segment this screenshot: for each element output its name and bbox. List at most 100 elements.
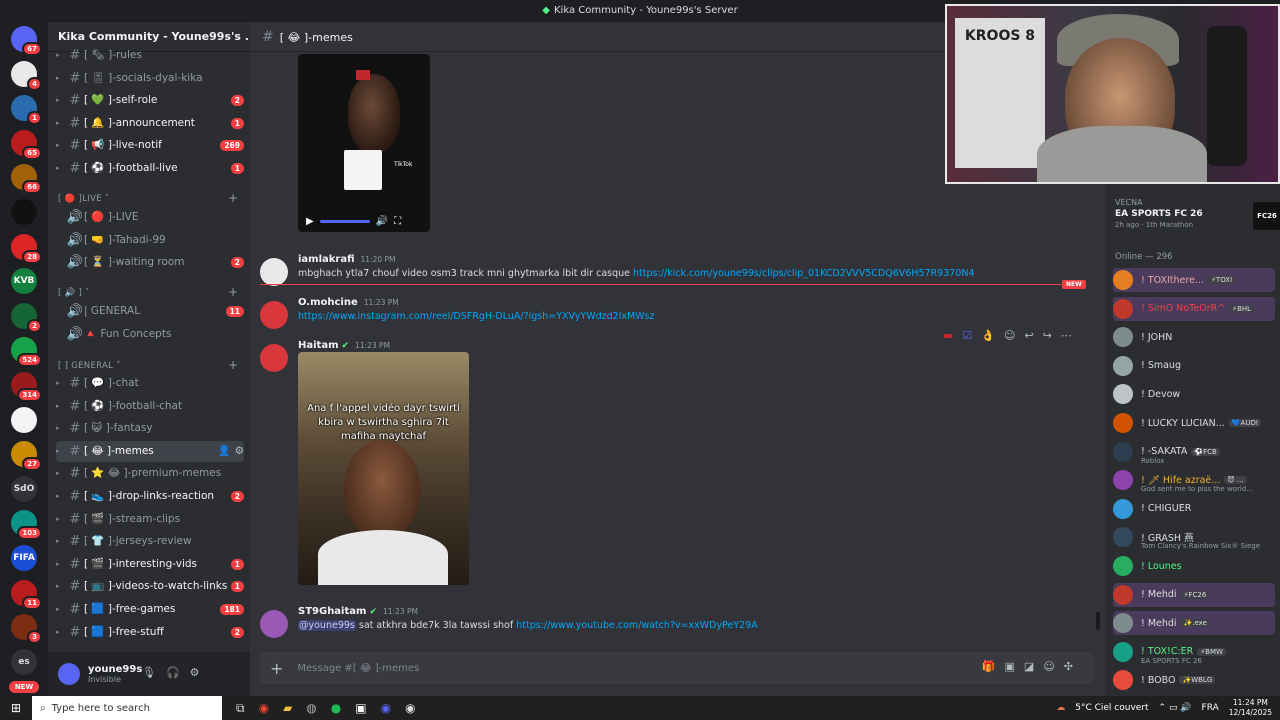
member-item[interactable]: ! SimO NoTeOrR^ ⚡BHL [1113, 296, 1275, 321]
ok-hand-icon[interactable]: 👌 [981, 329, 995, 342]
text-channel[interactable]: ▸ #[ 👕 ]-jerseys-review [56, 531, 244, 552]
chevron-right-icon[interactable]: ▸ [56, 554, 66, 575]
gear-icon[interactable]: ⚙ [235, 441, 244, 462]
message-link[interactable]: https://www.instagram.com/reel/DSFRgH-DL… [298, 311, 654, 322]
language[interactable]: FRA [1202, 703, 1219, 713]
member-item[interactable]: ! BOBO ✨WBLG [1113, 668, 1275, 692]
member-item[interactable]: ! Lounes [1113, 554, 1275, 578]
voice-channel[interactable]: 🔊 | GENERAL 11 [56, 301, 244, 322]
server-icon[interactable]: es [11, 648, 37, 675]
message-input[interactable]: Message #[ 😂 ]-memes [297, 663, 419, 674]
server-icon[interactable] [11, 198, 37, 225]
avatar[interactable] [260, 344, 288, 372]
chevron-right-icon[interactable]: ▸ [56, 396, 66, 417]
forward-icon[interactable]: ↪ [1043, 329, 1052, 342]
voice-channel[interactable]: 🔊[ 🤜 ]-Tahadi-99 [56, 230, 244, 251]
windows-start-icon[interactable]: ⊞ [0, 701, 32, 715]
mic-icon[interactable]: 🎙 [142, 666, 166, 679]
clock[interactable]: 11:24 PM 12/14/2025 [1229, 698, 1272, 718]
server-icon[interactable]: 2 [11, 302, 42, 333]
gift-icon[interactable]: 🎁 [982, 660, 1005, 673]
add-channel-icon[interactable]: + [228, 358, 238, 372]
server-icon[interactable]: 4 [11, 60, 42, 91]
voice-channel[interactable]: 🔊 🔺 Fun Concepts [56, 324, 244, 345]
volume-icon[interactable]: 🔊 [376, 216, 388, 227]
gear-icon[interactable]: ⚙ [190, 666, 210, 679]
message-author[interactable]: Haitam [298, 340, 339, 351]
tray-icons[interactable]: ⌃ ▭ 🔊 [1159, 703, 1192, 713]
member-item[interactable]: ! JOHN [1113, 325, 1275, 349]
server-icon[interactable]: KVB [11, 268, 37, 295]
text-channel[interactable]: ▸ #[ 📺 ]-videos-to-watch-links 1 [56, 576, 244, 597]
member-item[interactable]: ! 🗡 Hife azraë... 😈 ... God sent me to pis… [1113, 468, 1275, 493]
text-channel[interactable]: ▸ #[ 😂 ]-memes 👤 ⚙ [56, 440, 244, 462]
flag-reaction-icon[interactable]: ▬ [943, 329, 953, 342]
text-channel[interactable]: ▸ #[ ⚽ ]-football-chat [56, 396, 244, 417]
avatar[interactable] [260, 301, 288, 329]
message-author[interactable]: O.mohcine [298, 297, 358, 308]
task-view-icon[interactable]: ⧉ [236, 701, 245, 716]
text-channel[interactable]: ▸ #[ 👟 ]-drop-links-reaction 2 [56, 486, 244, 507]
scrollbar[interactable] [1096, 612, 1100, 630]
server-icon[interactable]: 103 [11, 510, 42, 541]
sticker-icon[interactable]: ◪ [1024, 660, 1043, 673]
text-channel[interactable]: ▸ #[ 😺 ]-fantasy [56, 418, 244, 439]
text-channel[interactable]: ▸ #[ 📢 ]-live-notif 269 [56, 135, 244, 156]
obs-icon[interactable]: ◉ [405, 701, 415, 716]
chevron-right-icon[interactable]: ▸ [56, 622, 66, 643]
message-link[interactable]: https://kick.com/youne99s/clips/clip_01K… [633, 268, 974, 279]
server-icon[interactable]: 1 [11, 95, 42, 126]
text-channel[interactable]: ▸ #[ 💬 ]-chat [56, 373, 244, 394]
text-channel[interactable]: ▸ #[ 🎬 ]-interesting-vids 1 [56, 554, 244, 575]
server-icon[interactable]: 66 [11, 164, 42, 195]
server-icon[interactable]: 3 [11, 614, 42, 645]
text-channel[interactable]: ▸ #[ ⭐ 😂 ]-premium-memes [56, 463, 244, 484]
gif-icon[interactable]: ▣ [1005, 660, 1024, 673]
check-reaction-icon[interactable]: ☑ [962, 329, 972, 342]
text-channel[interactable]: ▸ #[ ⚽ ]-football-live 1 [56, 158, 244, 179]
server-icon[interactable]: 11 [11, 579, 42, 610]
server-icon[interactable]: 67 [11, 26, 42, 56]
chevron-right-icon[interactable]: ▸ [56, 113, 66, 134]
chevron-right-icon[interactable]: ▸ [56, 135, 66, 156]
add-channel-icon[interactable]: + [228, 285, 238, 299]
text-channel[interactable]: ▸ #[ 🟦 ]-free-stuff 2 [56, 622, 244, 643]
server-icon[interactable]: FIFA [11, 544, 37, 571]
taskbar-search[interactable]: ⌕ Type here to search [32, 696, 222, 720]
app-icon[interactable]: ◍ [306, 701, 316, 716]
volume-slider[interactable] [319, 219, 370, 223]
message-author[interactable]: ST9Ghaitam [298, 606, 366, 617]
member-item[interactable]: ! Mehdi ⚡FC26 [1113, 582, 1275, 607]
text-channel[interactable]: ▸ #[ 🎚 ]-socials-dyal-kika [56, 68, 244, 89]
chevron-right-icon[interactable]: ▸ [56, 531, 66, 552]
server-icon[interactable]: 314 [11, 371, 42, 402]
add-member-icon[interactable]: 👤 [218, 441, 231, 462]
reply-icon[interactable]: ↩ [1024, 329, 1033, 342]
member-item[interactable]: ! TOX!C:ER ⚡BMW EA SPORTS FC 26 [1113, 640, 1275, 665]
text-channel[interactable]: ▸ #[ 🔔 ]-announcement 1 [56, 113, 244, 134]
add-channel-icon[interactable]: + [228, 191, 238, 205]
user-mention[interactable]: @youne99s [298, 620, 356, 631]
chevron-right-icon[interactable]: ▸ [56, 68, 66, 89]
text-channel[interactable]: ▸ #[ 🎬 ]-stream-clips [56, 509, 244, 530]
channel-category[interactable]: [ 🔴 ]LIVE ˅ + [58, 191, 238, 205]
chevron-right-icon[interactable]: ▸ [56, 418, 66, 439]
channel-category[interactable]: [ 🔊 ] ˅ + [58, 285, 238, 299]
server-icon[interactable]: 524 [11, 337, 42, 368]
video-embed[interactable]: TikTok ▶ 🔊 ⛶ [298, 54, 430, 232]
chevron-right-icon[interactable]: ▸ [56, 576, 66, 597]
chevron-right-icon[interactable]: ▸ [56, 45, 66, 66]
chevron-right-icon[interactable]: ▸ [56, 158, 66, 179]
server-icon[interactable]: 65 [11, 129, 42, 160]
headphones-icon[interactable]: 🎧 [166, 666, 190, 679]
message-composer[interactable]: + Message #[ 😂 ]-memes 🎁▣◪☺✣ [260, 652, 1094, 684]
file-explorer-icon[interactable]: ▰ [283, 701, 292, 716]
discord-icon[interactable]: ◉ [381, 701, 391, 716]
add-reaction-icon[interactable]: ☺ [1004, 329, 1015, 342]
weather-text[interactable]: 5°C Ciel couvert [1075, 703, 1148, 713]
terminal-icon[interactable]: ▣ [355, 701, 366, 716]
member-item[interactable]: ! Devow [1113, 382, 1275, 406]
server-icon[interactable]: 27 [11, 441, 42, 472]
play-icon[interactable]: ▶ [306, 216, 314, 227]
server-icon[interactable] [11, 406, 37, 433]
